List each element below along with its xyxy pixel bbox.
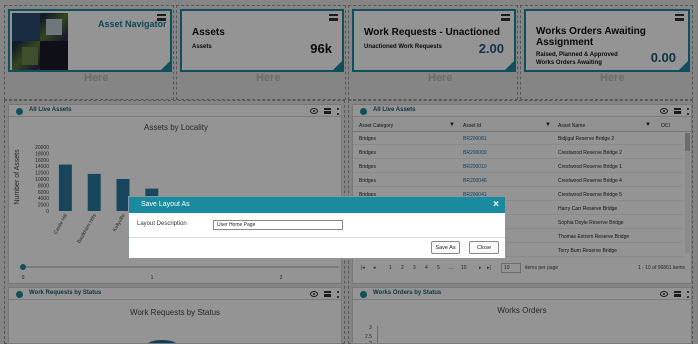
save-layout-dialog: Save Layout As × Layout Description Save… [128, 196, 506, 259]
close-icon[interactable]: × [493, 199, 499, 210]
save-as-button[interactable]: Save As [431, 241, 460, 254]
layout-description-label: Layout Description [137, 221, 187, 227]
dialog-header: Save Layout As × [129, 197, 505, 213]
close-button[interactable]: Close [469, 241, 499, 254]
dialog-footer [129, 237, 505, 238]
dialog-title: Save Layout As [141, 201, 190, 208]
modal-overlay [0, 0, 698, 344]
layout-description-input[interactable] [213, 220, 343, 230]
